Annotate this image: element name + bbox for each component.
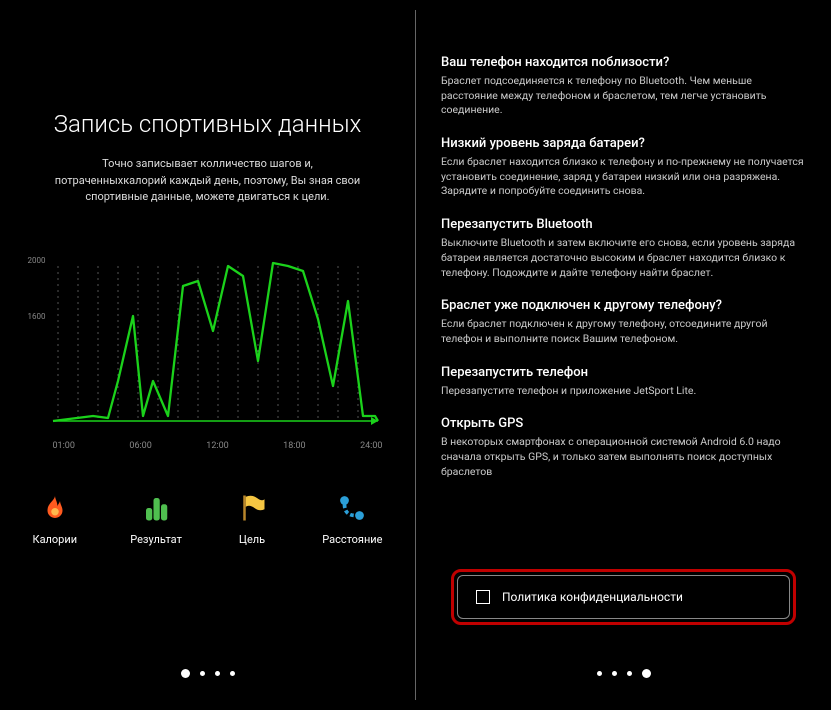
help-body: Если браслет находится близко к телефону… xyxy=(441,155,806,199)
x-tick: 01:00 xyxy=(53,441,75,451)
x-tick: 12:00 xyxy=(206,441,228,451)
help-title: Браслет уже подключен к другому телефону… xyxy=(441,298,806,313)
activity-chart: 2000 1600 01:00 06:00 12:00 18:00 24:00 xyxy=(33,256,383,436)
page-dot xyxy=(597,671,602,676)
right-panel: Ваш телефон находится поблизости? Брасле… xyxy=(416,0,831,710)
feature-label: Расстояние xyxy=(322,533,382,546)
route-icon xyxy=(335,491,369,525)
page-dot xyxy=(215,671,220,676)
flame-icon xyxy=(38,491,72,525)
feature-row: Калории Результат Цель Расстояние xyxy=(33,491,383,546)
help-section: Перезапустить телефон Перезапустите теле… xyxy=(441,365,806,399)
feature-label: Калории xyxy=(33,533,78,546)
help-body: Перезапустите телефон и приложение JetSp… xyxy=(441,384,806,399)
help-title: Низкий уровень заряда батареи? xyxy=(441,136,806,151)
policy-highlight: Политика конфиденциальности xyxy=(451,569,796,625)
help-title: Перезапустить телефон xyxy=(441,365,806,380)
help-body: Если браслет подключен к другому телефон… xyxy=(441,317,806,346)
feature-distance[interactable]: Расстояние xyxy=(322,491,382,546)
help-body: В некоторых смартфонах с операционной си… xyxy=(441,435,806,479)
feature-label: Результат xyxy=(130,533,182,546)
help-section: Низкий уровень заряда батареи? Если брас… xyxy=(441,136,806,199)
help-body: Выключите Bluetooth и затем включите его… xyxy=(441,236,806,280)
y-tick: 2000 xyxy=(28,256,46,265)
x-tick: 24:00 xyxy=(360,441,382,451)
help-title: Перезапустить Bluetooth xyxy=(441,217,806,232)
pager-right[interactable] xyxy=(597,669,651,678)
page-dot xyxy=(230,671,235,676)
policy-checkbox[interactable] xyxy=(476,590,490,604)
feature-result[interactable]: Результат xyxy=(130,491,182,546)
x-tick: 06:00 xyxy=(129,441,151,451)
policy-label: Политика конфиденциальности xyxy=(502,590,683,604)
x-tick: 18:00 xyxy=(283,441,305,451)
help-title: Ваш телефон находится поблизости? xyxy=(441,55,806,70)
help-section: Ваш телефон находится поблизости? Брасле… xyxy=(441,55,806,118)
feature-label: Цель xyxy=(239,533,265,546)
bars-icon xyxy=(139,491,173,525)
page-dot xyxy=(642,669,651,678)
flag-icon xyxy=(235,491,269,525)
help-section: Открыть GPS В некоторых смартфонах с опе… xyxy=(441,416,806,479)
help-title: Открыть GPS xyxy=(441,416,806,431)
help-section: Браслет уже подключен к другому телефону… xyxy=(441,298,806,346)
page-dot xyxy=(200,671,205,676)
page-subtitle: Точно записывает колличество шагов и, по… xyxy=(48,156,368,206)
privacy-policy-row[interactable]: Политика конфиденциальности xyxy=(457,575,790,619)
help-body: Браслет подсоединяется к телефону по Blu… xyxy=(441,74,806,118)
feature-goal[interactable]: Цель xyxy=(235,491,269,546)
page-dot xyxy=(627,671,632,676)
page-dot xyxy=(181,669,190,678)
page-dot xyxy=(612,671,617,676)
help-section: Перезапустить Bluetooth Выключите Blueto… xyxy=(441,217,806,280)
page-title: Запись спортивных данных xyxy=(54,110,362,138)
pager-left[interactable] xyxy=(181,669,235,678)
y-tick: 1600 xyxy=(28,312,46,321)
left-panel: Запись спортивных данных Точно записывае… xyxy=(0,0,415,710)
feature-calories[interactable]: Калории xyxy=(33,491,78,546)
